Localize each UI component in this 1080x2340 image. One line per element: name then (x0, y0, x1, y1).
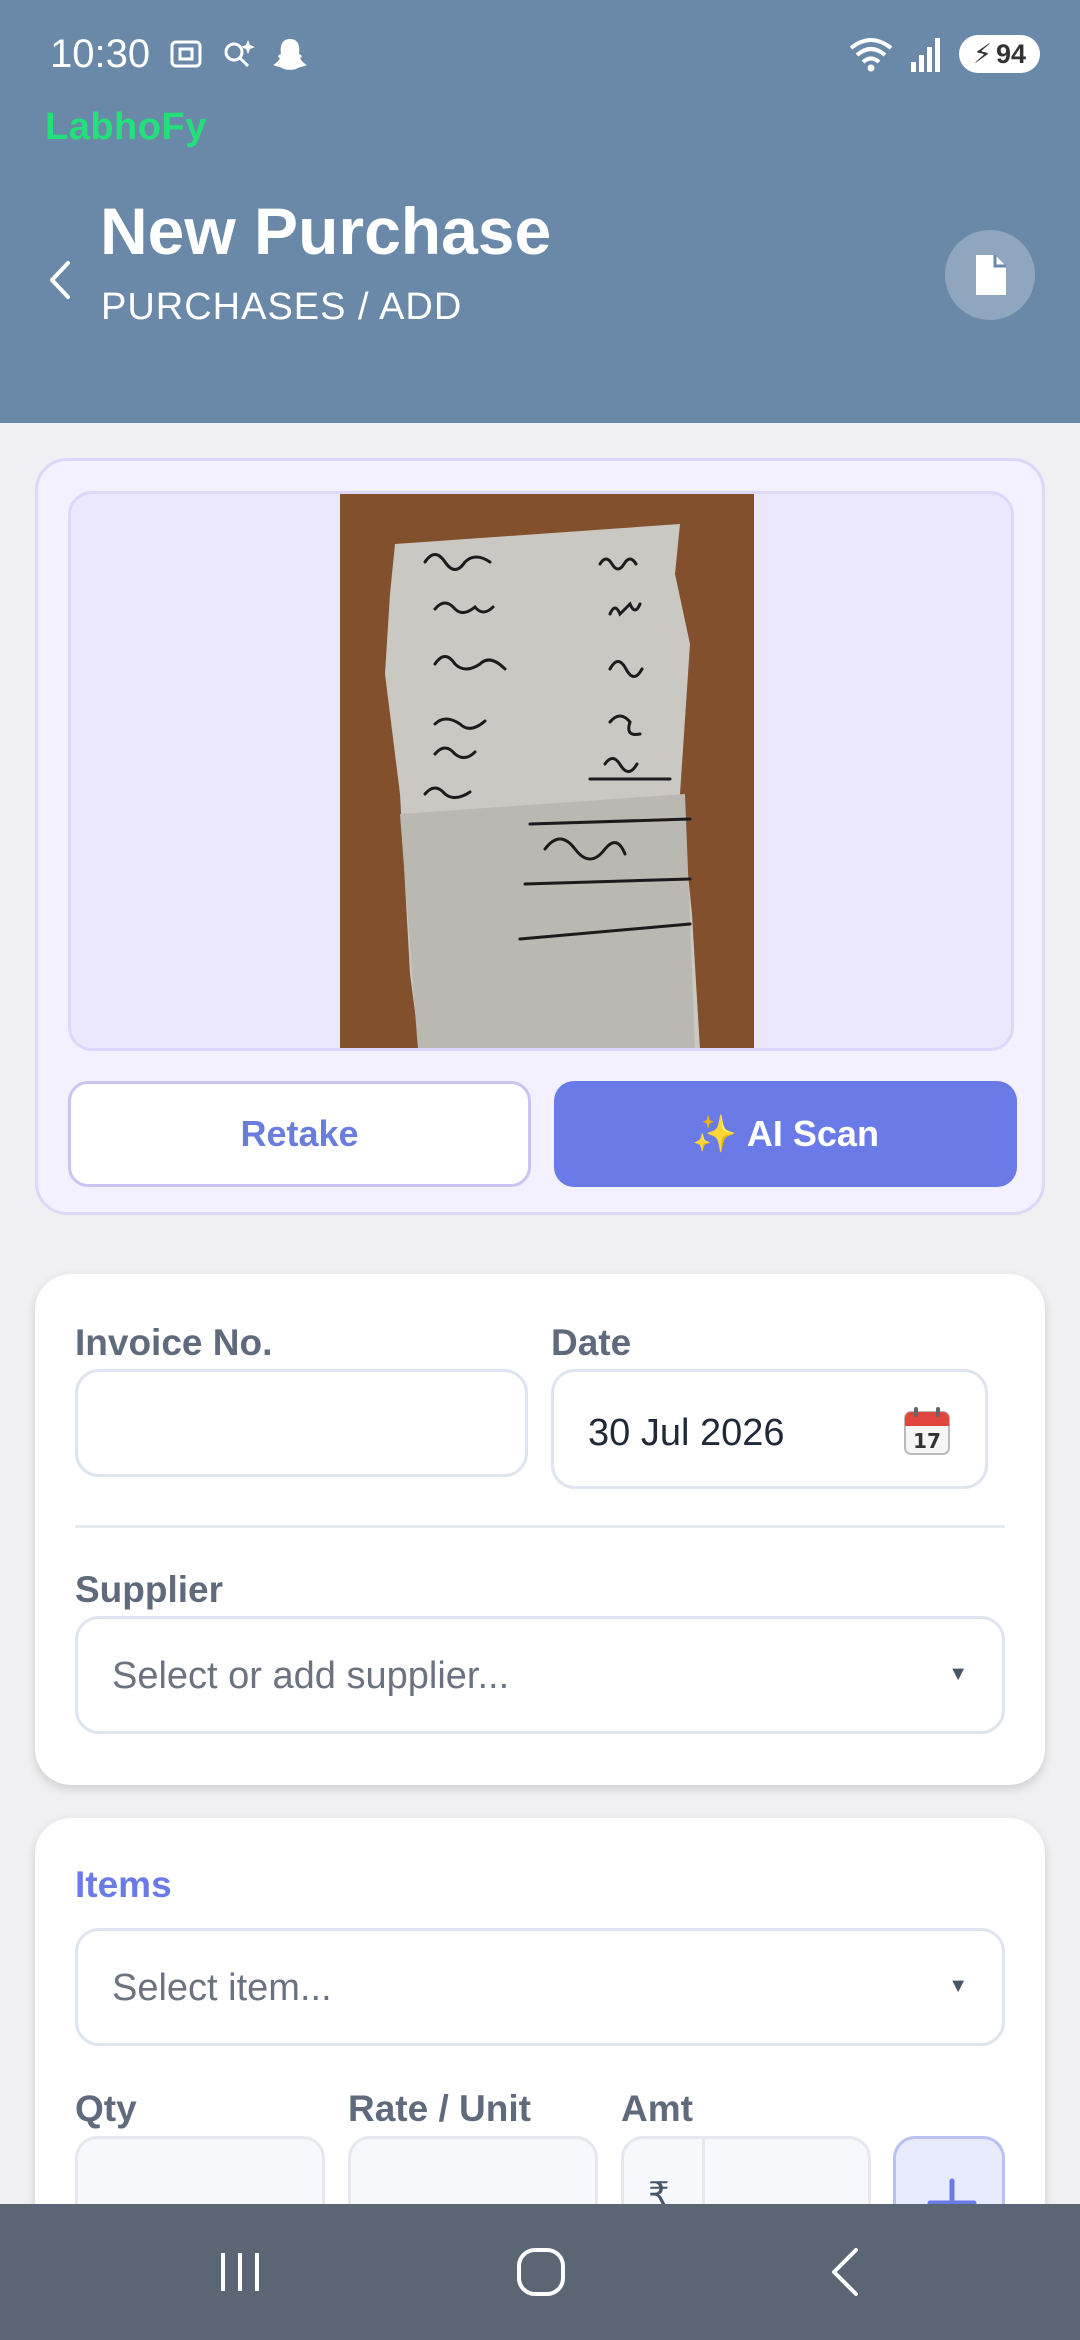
svg-text:17: 17 (913, 1429, 941, 1453)
rate-label: Rate / Unit (348, 2088, 531, 2129)
supplier-placeholder: Select or add supplier... (112, 1655, 510, 1697)
snapchat-icon (273, 39, 307, 70)
ai-scan-label: AI Scan (746, 1113, 879, 1154)
date-value: 30 Jul 2026 (588, 1412, 785, 1454)
invoice-number-input[interactable] (75, 1369, 528, 1477)
invoice-number-label: Invoice No. (75, 1322, 273, 1363)
calendar-icon: 17 (904, 1407, 950, 1455)
status-notification-icons (166, 34, 310, 74)
search-sparkle-icon (224, 40, 255, 68)
charging-icon: ⚡ (972, 38, 992, 69)
status-system-icons: ⚡ 94 (847, 34, 1040, 74)
wifi-icon (849, 38, 893, 72)
brand-logo: LabhoFy (45, 106, 207, 148)
items-section-title: Items (75, 1864, 172, 1905)
battery-indicator: ⚡ 94 (958, 35, 1040, 73)
receipt-photo (340, 494, 754, 1048)
system-navigation-bar (0, 2204, 1080, 2340)
qty-label: Qty (75, 2088, 137, 2129)
date-input[interactable]: 30 Jul 2026 17 (551, 1369, 988, 1489)
caret-down-icon: ▼ (948, 1975, 968, 1997)
home-button[interactable] (506, 2240, 576, 2304)
screenshot-icon (170, 40, 202, 68)
battery-level: 94 (995, 38, 1026, 69)
amount-label: Amt (621, 2088, 693, 2129)
page-title: New Purchase (100, 194, 552, 268)
sparkles-icon: ✨ (692, 1113, 737, 1154)
recent-apps-icon (221, 2253, 259, 2291)
app-header: 10:30 ⚡ 94 LabhoFy New Purchase PURCHASE… (0, 0, 1080, 423)
recent-apps-button[interactable] (205, 2240, 275, 2304)
date-label: Date (551, 1322, 632, 1363)
back-button[interactable] (810, 2240, 880, 2304)
status-time: 10:30 (50, 32, 151, 76)
item-select[interactable]: Select item... ▼ (75, 1928, 1005, 2046)
back-icon (832, 2248, 858, 2296)
chevron-left-icon[interactable] (40, 255, 80, 305)
invoice-details-card: Invoice No. Date 30 Jul 2026 17 Supplier… (35, 1274, 1045, 1785)
signal-icon (910, 38, 940, 72)
item-placeholder: Select item... (112, 1967, 332, 2009)
receipt-preview (68, 491, 1014, 1051)
divider (75, 1525, 1005, 1528)
supplier-label: Supplier (75, 1569, 224, 1610)
caret-down-icon: ▼ (948, 1663, 968, 1685)
retake-button[interactable]: Retake (68, 1081, 531, 1187)
home-icon (517, 2248, 565, 2296)
document-icon (976, 255, 1006, 295)
scan-card: Retake ✨ AI Scan (35, 458, 1045, 1215)
breadcrumb: PURCHASES / ADD (101, 286, 463, 328)
ai-scan-button[interactable]: ✨ AI Scan (554, 1081, 1017, 1187)
document-button[interactable] (945, 230, 1035, 320)
supplier-select[interactable]: Select or add supplier... ▼ (75, 1616, 1005, 1734)
